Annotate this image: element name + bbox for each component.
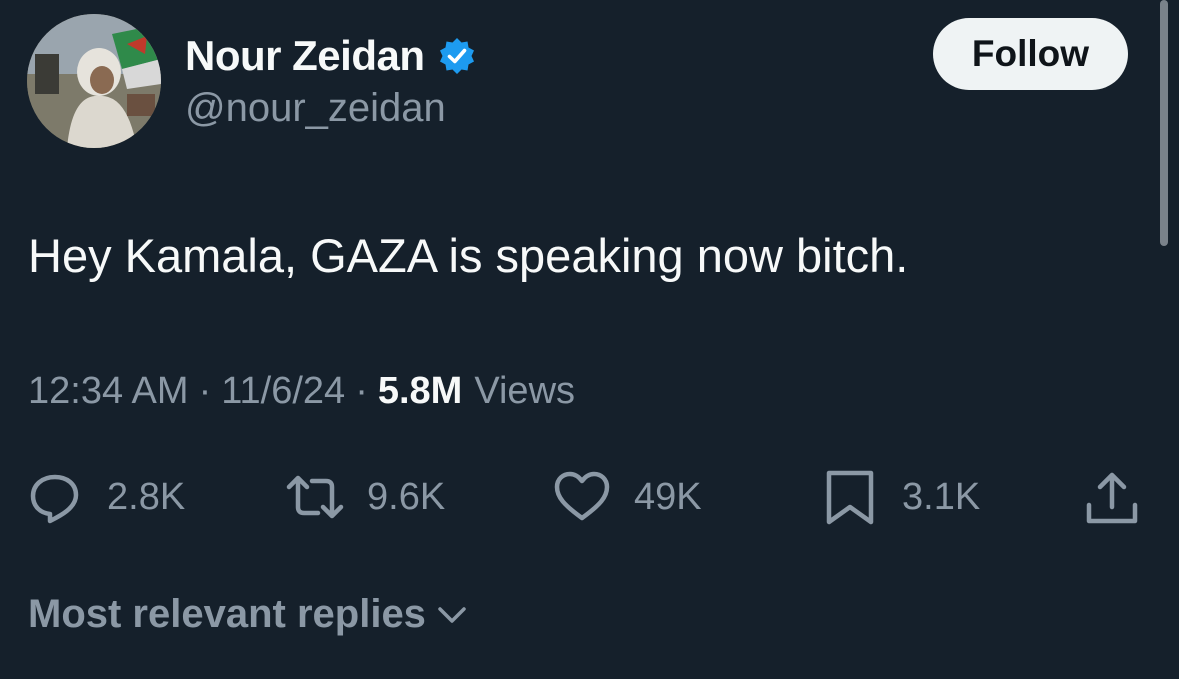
tweet-text: Hey Kamala, GAZA is speaking now bitch.	[28, 229, 909, 282]
follow-button[interactable]: Follow	[933, 18, 1128, 90]
avatar[interactable]	[27, 14, 161, 148]
meta-separator: ·	[355, 370, 368, 412]
bookmark-count: 3.1K	[902, 475, 981, 518]
scrollbar[interactable]	[1160, 0, 1168, 246]
share-button[interactable]	[1082, 462, 1142, 532]
tweet-detail-page: Nour Zeidan @nour_zeidan Follow Hey Kama…	[0, 0, 1179, 679]
share-icon	[1086, 472, 1138, 524]
verified-badge-icon	[437, 36, 477, 76]
chevron-down-icon	[438, 606, 466, 623]
tweet-action-bar: 2.8K 9.6K 49K 3.1K	[0, 462, 1179, 532]
retweet-icon	[286, 475, 344, 519]
views-label[interactable]: Views	[474, 370, 575, 413]
bookmark-button[interactable]: 3.1K	[820, 462, 980, 532]
replies-sort-dropdown[interactable]: Most relevant replies	[28, 592, 470, 637]
like-count: 49K	[634, 475, 702, 518]
tweet-meta: 12:34 AM · 11/6/24 · 5.8M Views	[28, 370, 575, 413]
replies-sort-label: Most relevant replies	[28, 592, 426, 636]
author-name-row[interactable]: Nour Zeidan	[185, 28, 477, 84]
tweet-date[interactable]: 11/6/24	[221, 370, 345, 413]
retweet-button[interactable]: 9.6K	[285, 462, 445, 532]
tweet-time[interactable]: 12:34 AM	[28, 370, 189, 413]
avatar-image	[27, 14, 161, 148]
views-count[interactable]: 5.8M	[378, 370, 462, 413]
reply-count: 2.8K	[107, 475, 186, 518]
retweet-count: 9.6K	[367, 475, 446, 518]
reply-bubble-icon	[30, 474, 79, 524]
bookmark-icon	[826, 470, 874, 525]
author-handle[interactable]: @nour_zeidan	[185, 86, 446, 131]
reply-button[interactable]: 2.8K	[25, 462, 185, 532]
author-display-name[interactable]: Nour Zeidan	[185, 32, 425, 80]
meta-separator: ·	[198, 370, 212, 412]
like-button[interactable]: 49K	[552, 462, 702, 532]
heart-icon	[554, 471, 610, 521]
